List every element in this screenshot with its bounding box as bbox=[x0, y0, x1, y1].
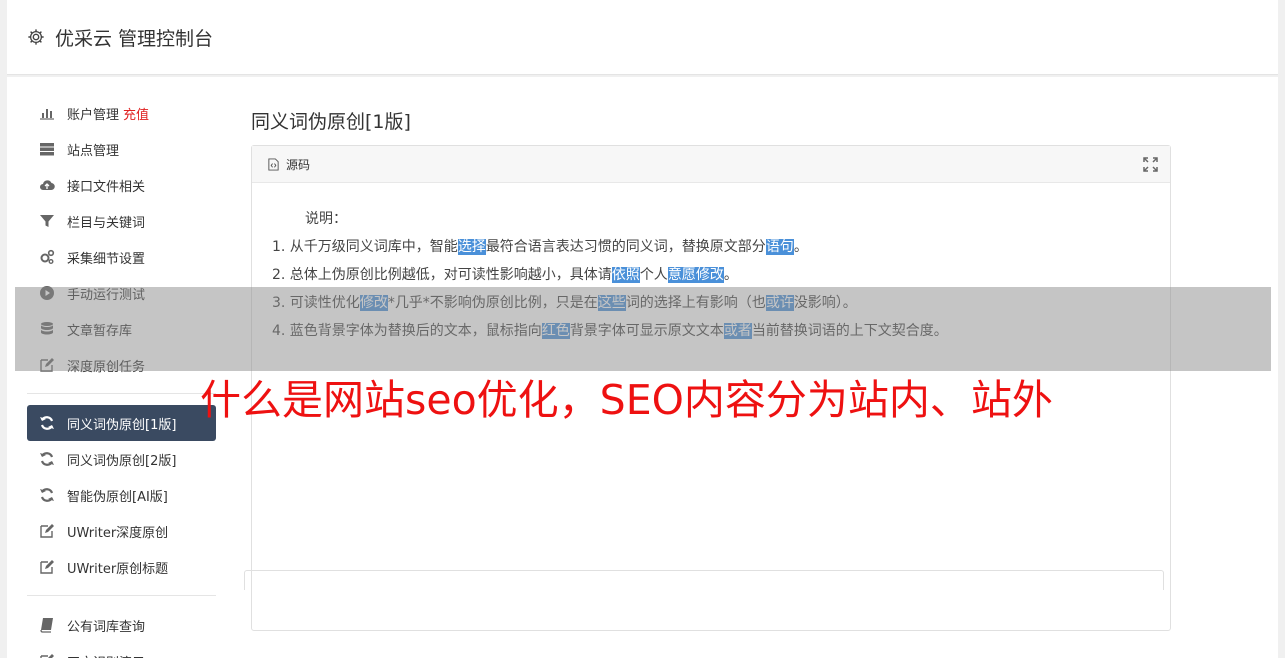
sidebar-item-group2-4[interactable]: UWriter原创标题 bbox=[27, 549, 216, 585]
sidebar-item-group3-1[interactable]: 正文识别演示 bbox=[27, 643, 216, 658]
sidebar-item-group2-1[interactable]: 同义词伪原创[2版] bbox=[27, 441, 216, 477]
refresh-icon bbox=[38, 487, 56, 503]
bar-chart-icon bbox=[38, 105, 56, 121]
book-icon bbox=[38, 617, 56, 633]
sidebar-item-label: 正文识别演示 bbox=[67, 652, 145, 658]
sidebar: 账户管理充值站点管理接口文件相关栏目与关键词采集细节设置手动运行测试文章暂存库深… bbox=[27, 95, 216, 658]
edit-icon bbox=[38, 523, 56, 539]
gears-icon bbox=[38, 249, 56, 265]
page-title: 同义词伪原创[1版] bbox=[251, 111, 411, 133]
overlay-headline: 什么是网站seo优化，SEO内容分为站内、站外 bbox=[200, 376, 1053, 424]
top-bar: 优采云 管理控制台 bbox=[7, 0, 1278, 75]
line-text: 。 bbox=[793, 239, 808, 255]
sidebar-item-label: 栏目与关键词 bbox=[67, 215, 146, 231]
filter-icon bbox=[38, 213, 56, 229]
sidebar-item-label: UWriter原创标题 bbox=[67, 561, 169, 577]
sidebar-item-label: 站点管理 bbox=[67, 143, 120, 159]
secondary-panel bbox=[244, 570, 1164, 590]
server-icon bbox=[38, 141, 56, 157]
refresh-icon bbox=[38, 451, 56, 467]
sidebar-item-label: 公有词库查询 bbox=[67, 619, 146, 635]
code-file-icon bbox=[268, 157, 279, 171]
sidebar-item-group2-0[interactable]: 同义词伪原创[1版] bbox=[27, 405, 216, 441]
sidebar-item-group1-3[interactable]: 栏目与关键词 bbox=[27, 203, 216, 239]
line-text: 个人 bbox=[639, 267, 668, 283]
description-line: 2. 总体上伪原创比例越低，对可读性影响越小，具体请依照个人意愿修改。 bbox=[272, 261, 1150, 289]
sidebar-item-label: 智能伪原创[AI版] bbox=[67, 489, 168, 505]
sidebar-divider bbox=[27, 393, 216, 394]
sidebar-item-group1-4[interactable]: 采集细节设置 bbox=[27, 239, 216, 275]
replaced-word[interactable]: 依照 bbox=[611, 267, 640, 283]
description-line: 1. 从千万级同义词库中，智能选择最符合语言表达习惯的同义词，替换原文部分语句。 bbox=[272, 233, 1150, 261]
sidebar-item-group2-3[interactable]: UWriter深度原创 bbox=[27, 513, 216, 549]
sidebar-item-group2-2[interactable]: 智能伪原创[AI版] bbox=[27, 477, 216, 513]
expand-icon[interactable] bbox=[1143, 157, 1158, 172]
sidebar-item-label: 账户管理 bbox=[67, 107, 120, 123]
replaced-word[interactable]: 意愿 bbox=[667, 267, 696, 283]
line-text: 。 bbox=[723, 267, 738, 283]
sidebar-item-label: 同义词伪原创[1版] bbox=[67, 417, 177, 433]
sidebar-item-label: 采集细节设置 bbox=[67, 251, 146, 267]
sidebar-item-group1-2[interactable]: 接口文件相关 bbox=[27, 167, 216, 203]
sidebar-item-group1-0[interactable]: 账户管理 充值 bbox=[27, 95, 216, 131]
sidebar-item-label: 接口文件相关 bbox=[67, 179, 146, 195]
panel-title: 源码 bbox=[286, 157, 311, 172]
app-title: 优采云 管理控制台 bbox=[55, 27, 214, 50]
edit-icon bbox=[38, 653, 56, 658]
gear-icon bbox=[28, 29, 44, 45]
sidebar-item-group1-1[interactable]: 站点管理 bbox=[27, 131, 216, 167]
line-text: 1. 从千万级同义词库中，智能 bbox=[272, 239, 458, 255]
refresh-icon bbox=[38, 415, 56, 431]
line-text: 2. 总体上伪原创比例越低，对可读性影响越小，具体请 bbox=[272, 267, 612, 283]
overlay-band bbox=[15, 287, 1271, 371]
recharge-link[interactable]: 充值 bbox=[123, 104, 149, 123]
sidebar-item-label: 同义词伪原创[2版] bbox=[67, 453, 177, 469]
intro-text: 说明： bbox=[305, 211, 347, 227]
sidebar-item-label: UWriter深度原创 bbox=[67, 525, 169, 541]
replaced-word[interactable]: 语句 bbox=[765, 239, 794, 255]
replaced-word[interactable]: 选择 bbox=[457, 239, 486, 255]
edit-icon bbox=[38, 559, 56, 575]
replaced-word[interactable]: 修改 bbox=[695, 267, 724, 283]
sidebar-item-group3-0[interactable]: 公有词库查询 bbox=[27, 607, 216, 643]
line-text: 最符合语言表达习惯的同义词，替换原文部分 bbox=[485, 239, 766, 255]
sidebar-divider bbox=[27, 595, 216, 596]
cloud-upload-icon bbox=[38, 177, 56, 193]
panel-header: 源码 bbox=[252, 146, 1170, 183]
